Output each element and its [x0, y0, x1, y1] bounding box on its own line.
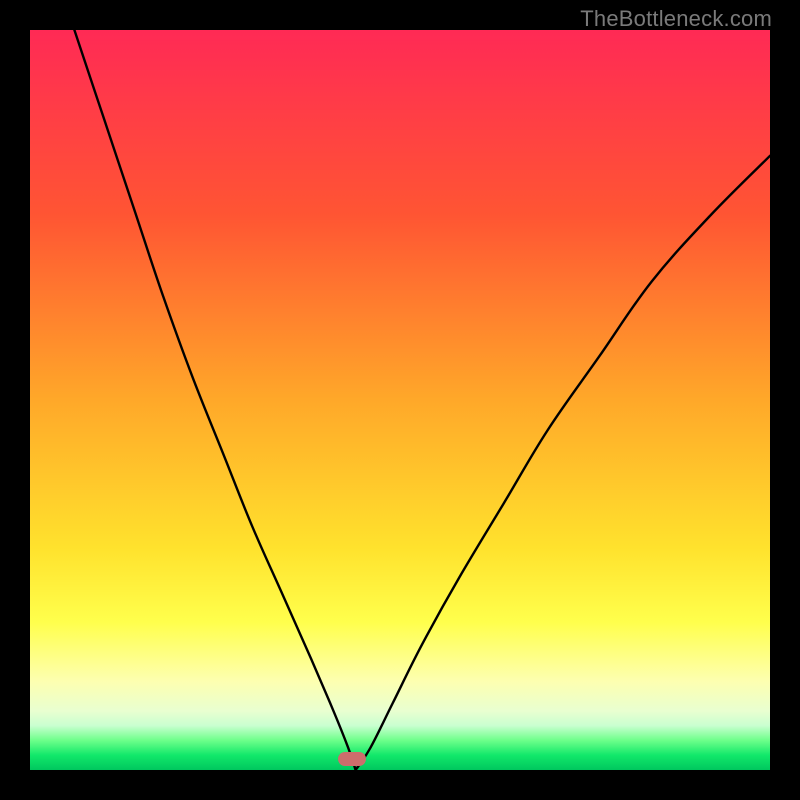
curve-right-branch: [356, 156, 770, 770]
curve-left-branch: [74, 30, 355, 770]
chart-frame: TheBottleneck.com: [0, 0, 800, 800]
plot-area: [30, 30, 770, 770]
bottleneck-curve: [30, 30, 770, 770]
minimum-marker: [338, 752, 366, 766]
watermark-text: TheBottleneck.com: [580, 6, 772, 32]
